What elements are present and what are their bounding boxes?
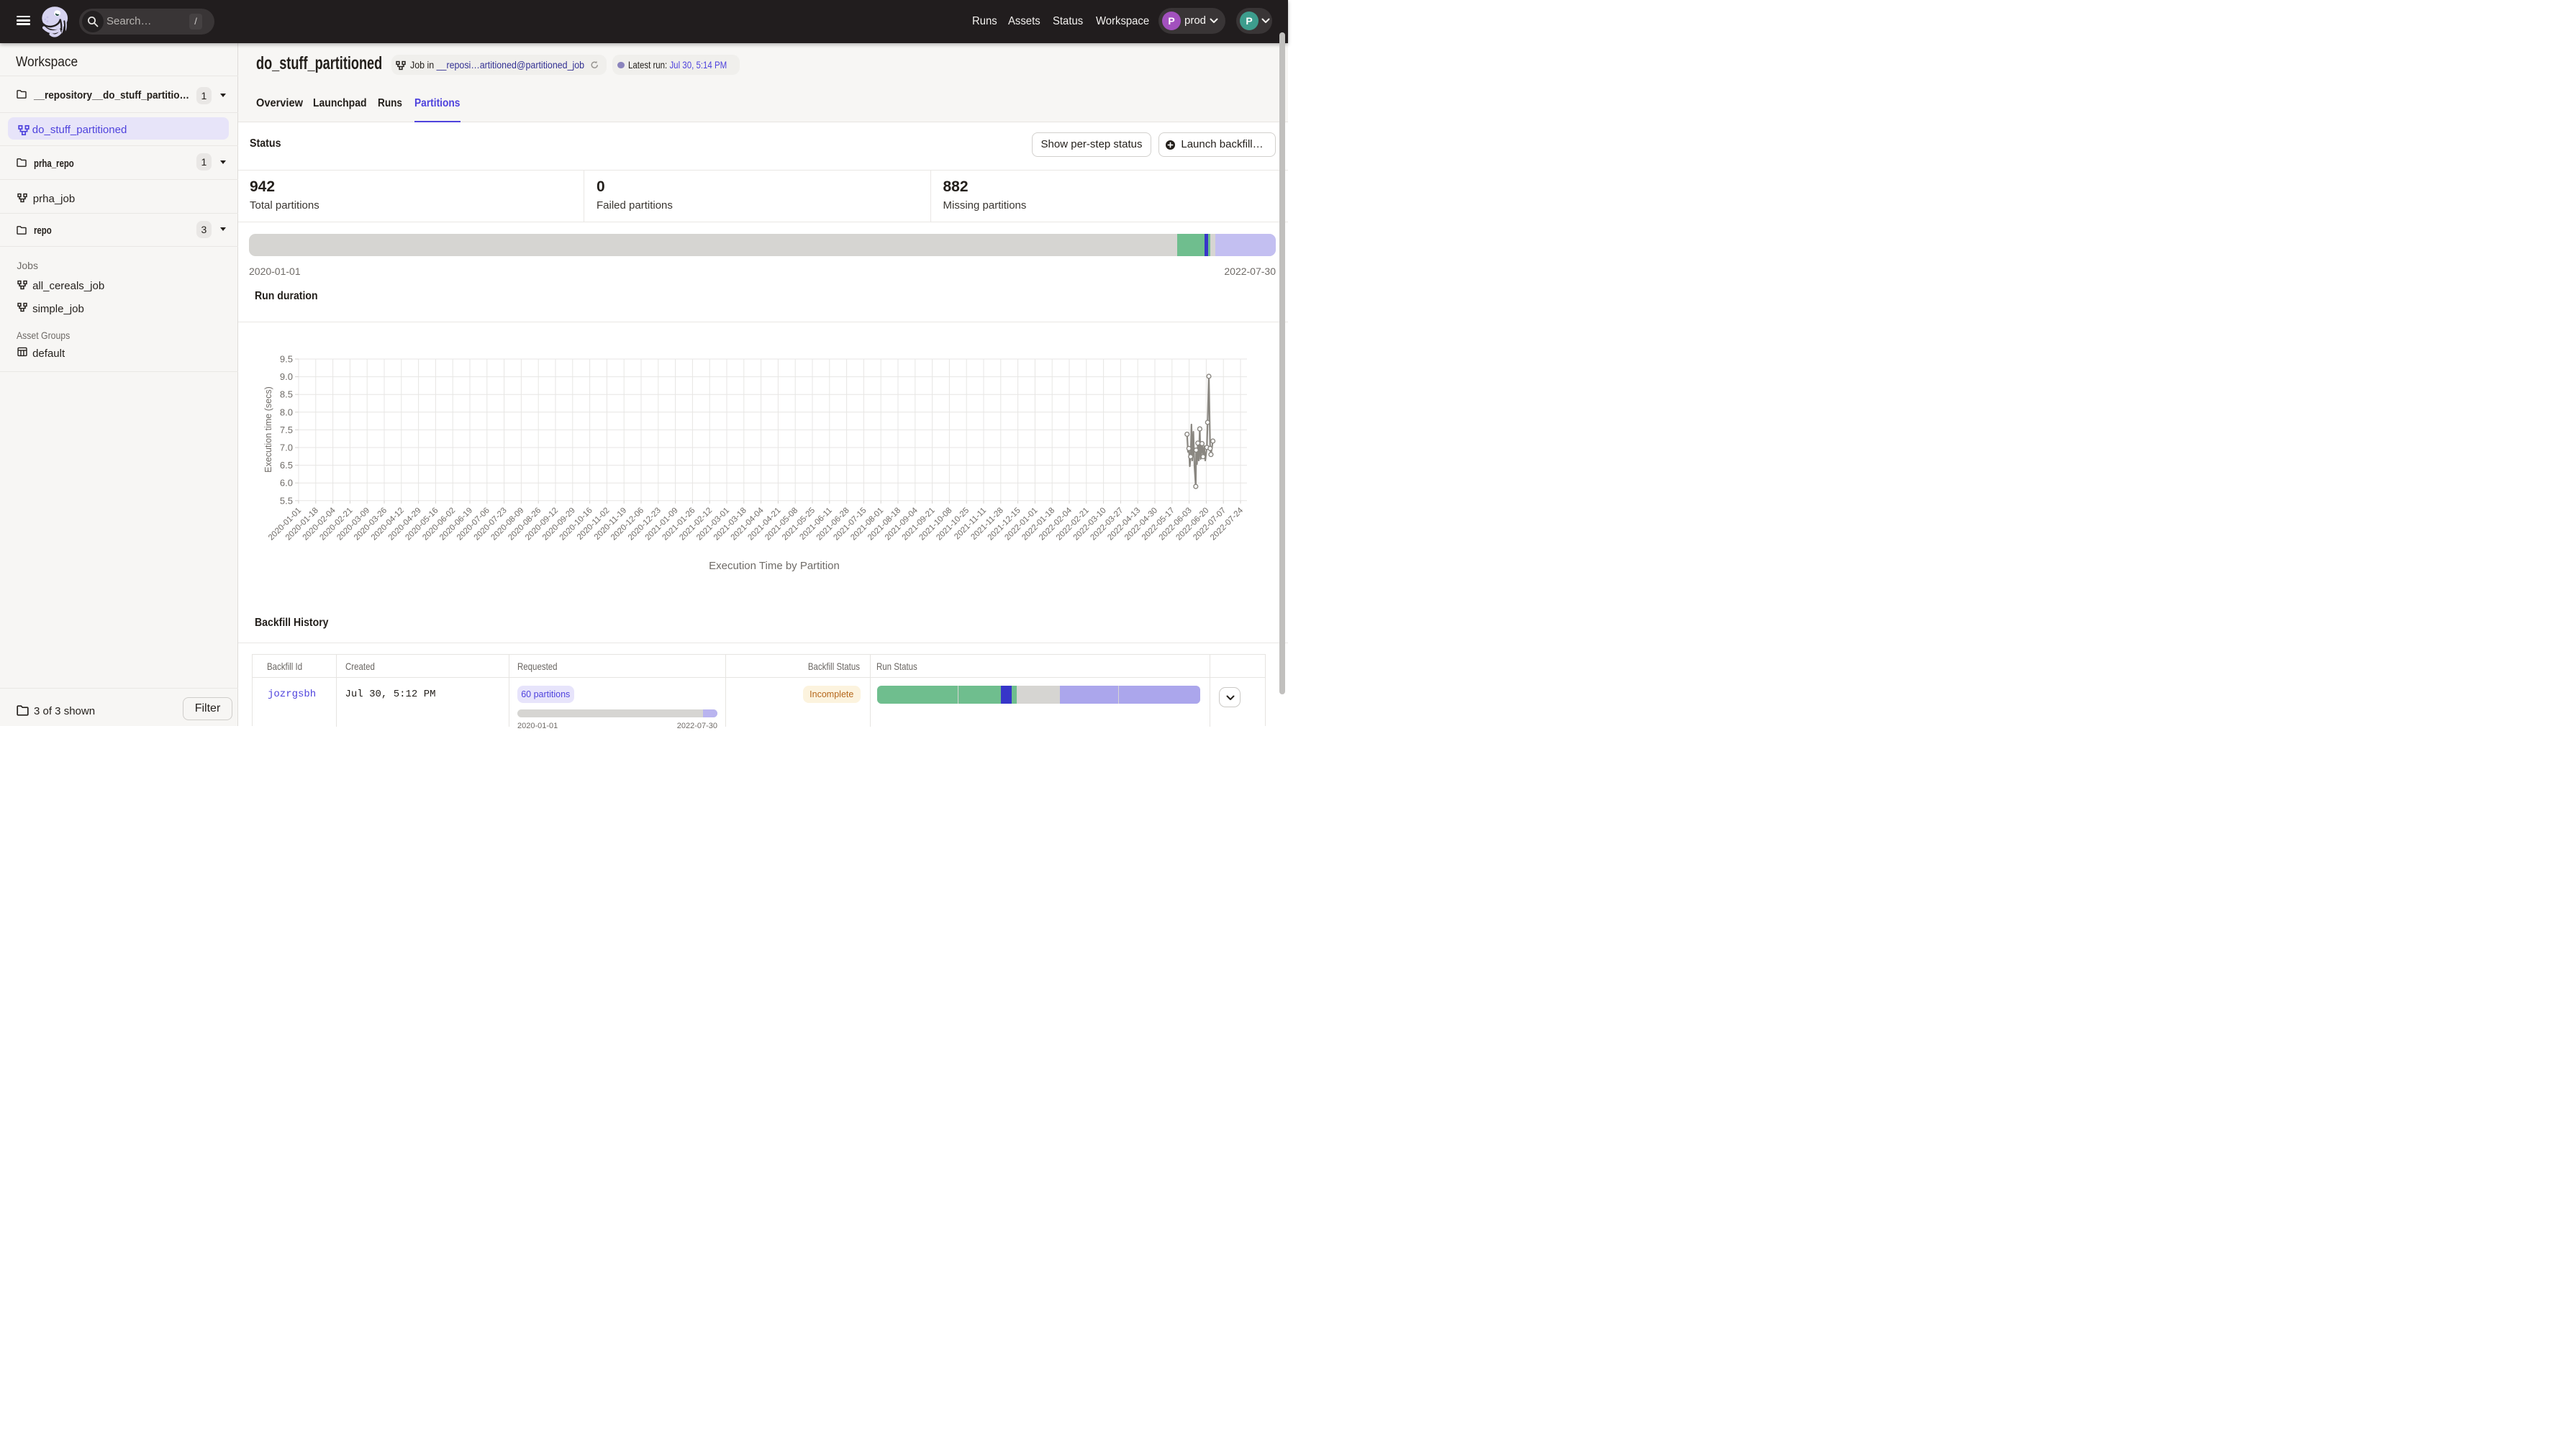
svg-text:8.5: 8.5 [280, 389, 293, 400]
svg-text:7.5: 7.5 [280, 425, 293, 435]
svg-text:8.0: 8.0 [280, 407, 293, 417]
svg-text:Execution time (secs): Execution time (secs) [263, 386, 273, 472]
svg-text:9.0: 9.0 [280, 371, 293, 382]
svg-text:9.5: 9.5 [280, 354, 293, 365]
svg-text:6.5: 6.5 [280, 460, 293, 471]
svg-text:5.5: 5.5 [280, 495, 293, 506]
svg-text:7.0: 7.0 [280, 443, 293, 453]
svg-text:Execution Time by Partition: Execution Time by Partition [709, 560, 840, 572]
svg-text:6.0: 6.0 [280, 478, 293, 489]
